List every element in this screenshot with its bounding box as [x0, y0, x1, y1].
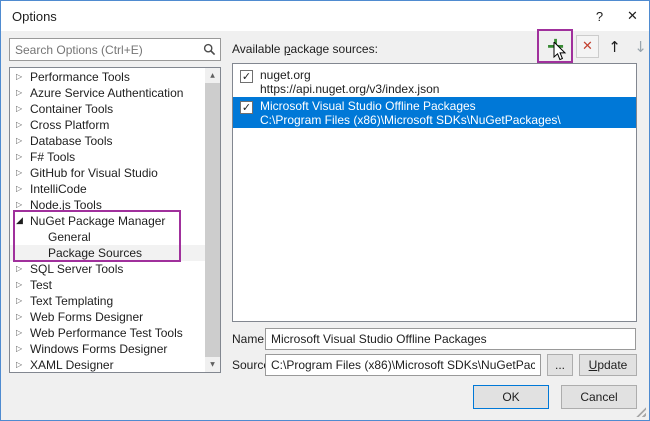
collapsed-arrow-icon[interactable]: ▷ [16, 341, 27, 357]
tree-item-database-tools[interactable]: ▷Database Tools [10, 133, 205, 149]
tree-item-xaml-designer[interactable]: ▷XAML Designer [10, 357, 205, 373]
tree-item-windows-forms-designer[interactable]: ▷Windows Forms Designer [10, 341, 205, 357]
browse-button[interactable]: ... [547, 354, 573, 376]
tree-item-nuget-package-manager[interactable]: ◢NuGet Package Manager [10, 213, 205, 229]
collapsed-arrow-icon[interactable]: ▷ [16, 181, 27, 197]
source-text: nuget.orghttps://api.nuget.org/v3/index.… [260, 68, 439, 96]
tree-item-label: GitHub for Visual Studio [30, 166, 158, 180]
cancel-button[interactable]: Cancel [561, 385, 637, 409]
collapsed-arrow-icon[interactable]: ▷ [16, 197, 27, 213]
scrollbar-thumb[interactable] [205, 83, 220, 357]
tree-item-label: Azure Service Authentication [30, 86, 183, 100]
window-title: Options [12, 9, 57, 24]
help-button[interactable]: ? [583, 1, 616, 31]
collapsed-arrow-icon[interactable]: ▷ [16, 69, 27, 85]
available-label-post: ackage sources: [291, 42, 378, 56]
collapsed-arrow-icon[interactable]: ▷ [16, 165, 27, 181]
tree-item-web-forms-designer[interactable]: ▷Web Forms Designer [10, 309, 205, 325]
tree-item-label: Cross Platform [30, 118, 109, 132]
tree-item-label: SQL Server Tools [30, 262, 123, 276]
source-url: C:\Program Files (x86)\Microsoft SDKs\Nu… [260, 113, 561, 127]
tree-item-label: Web Forms Designer [30, 310, 143, 324]
available-label-accel: p [284, 42, 291, 56]
source-enabled-checkbox[interactable]: ✓ [240, 70, 253, 83]
close-button[interactable]: ✕ [616, 1, 649, 31]
collapsed-arrow-icon[interactable]: ▷ [16, 85, 27, 101]
package-source-list: ✓ nuget.orghttps://api.nuget.org/v3/index… [232, 63, 637, 322]
name-input[interactable] [265, 328, 636, 350]
tree-item-label: IntelliCode [30, 182, 87, 196]
package-source-row[interactable]: ✓ Microsoft Visual Studio Offline Package… [233, 97, 636, 128]
scroll-up-icon[interactable]: ▲ [205, 68, 220, 83]
collapsed-arrow-icon[interactable]: ▷ [16, 117, 27, 133]
collapsed-arrow-icon[interactable]: ▷ [16, 357, 27, 373]
tree-item-text-templating[interactable]: ▷Text Templating [10, 293, 205, 309]
available-sources-label: Available package sources: [232, 42, 378, 56]
source-name: Microsoft Visual Studio Offline Packages [260, 99, 561, 113]
update-label-accel: U [589, 358, 598, 372]
collapsed-arrow-icon[interactable]: ▷ [16, 277, 27, 293]
move-up-button[interactable]: ↑ [603, 35, 626, 58]
titlebar: Options ? ✕ [1, 1, 649, 31]
collapsed-arrow-icon[interactable]: ▷ [16, 261, 27, 277]
source-input[interactable] [265, 354, 541, 376]
package-source-row[interactable]: ✓ nuget.orghttps://api.nuget.org/v3/index… [233, 66, 636, 97]
search-options-box [9, 38, 221, 61]
move-down-button[interactable]: ↓ [629, 35, 650, 58]
source-name: nuget.org [260, 68, 439, 82]
update-label-rest: pdate [597, 358, 627, 372]
collapsed-arrow-icon[interactable]: ▷ [16, 325, 27, 341]
available-label-pre: Available [232, 42, 284, 56]
collapsed-arrow-icon[interactable]: ▷ [16, 101, 27, 117]
collapsed-arrow-icon[interactable]: ▷ [16, 309, 27, 325]
ok-button[interactable]: OK [473, 385, 549, 409]
tree-item-label: Database Tools [30, 134, 113, 148]
update-button[interactable]: Update [579, 354, 637, 376]
tree-item-package-sources[interactable]: Package Sources [10, 245, 205, 261]
tree-item-label: Container Tools [30, 102, 113, 116]
collapsed-arrow-icon[interactable]: ▷ [16, 149, 27, 165]
expanded-arrow-icon[interactable]: ◢ [16, 213, 27, 229]
source-url: https://api.nuget.org/v3/index.json [260, 82, 439, 96]
add-source-button[interactable]: + [541, 32, 570, 60]
tree-item-f-tools[interactable]: ▷F# Tools [10, 149, 205, 165]
name-label: Name: [232, 332, 267, 346]
collapsed-arrow-icon[interactable]: ▷ [16, 293, 27, 309]
tree-item-node-js-tools[interactable]: ▷Node.js Tools [10, 197, 205, 213]
tree-item-intellicode[interactable]: ▷IntelliCode [10, 181, 205, 197]
search-icon[interactable] [198, 39, 220, 60]
scroll-down-icon[interactable]: ▼ [205, 357, 220, 372]
tree-item-azure-service-authentication[interactable]: ▷Azure Service Authentication [10, 85, 205, 101]
tree-item-sql-server-tools[interactable]: ▷SQL Server Tools [10, 261, 205, 277]
tree-item-web-performance-test-tools[interactable]: ▷Web Performance Test Tools [10, 325, 205, 341]
tree-scrollbar[interactable]: ▲ ▼ [205, 68, 220, 372]
tree-item-label: Text Templating [30, 294, 113, 308]
tree-item-label: Package Sources [48, 246, 142, 260]
tree-item-test[interactable]: ▷Test [10, 277, 205, 293]
tree-item-cross-platform[interactable]: ▷Cross Platform [10, 117, 205, 133]
remove-source-button[interactable]: ✕ [576, 35, 599, 58]
source-text: Microsoft Visual Studio Offline Packages… [260, 99, 561, 127]
tree-item-label: NuGet Package Manager [30, 214, 165, 228]
tree-item-performance-tools[interactable]: ▷Performance Tools [10, 69, 205, 85]
options-tree: ▷Performance Tools▷Azure Service Authent… [9, 67, 221, 373]
tree-item-github-for-visual-studio[interactable]: ▷GitHub for Visual Studio [10, 165, 205, 181]
tree-item-container-tools[interactable]: ▷Container Tools [10, 101, 205, 117]
collapsed-arrow-icon[interactable]: ▷ [16, 133, 27, 149]
source-enabled-checkbox[interactable]: ✓ [240, 101, 253, 114]
tree-item-label: Performance Tools [30, 70, 130, 84]
tree-item-label: Web Performance Test Tools [30, 326, 183, 340]
tree-item-label: XAML Designer [30, 358, 114, 372]
search-options-input[interactable] [10, 43, 198, 57]
tree-item-label: F# Tools [30, 150, 75, 164]
tree-item-label: Windows Forms Designer [30, 342, 167, 356]
options-dialog: Options ? ✕ ▷Performance Tools▷Azure Ser… [0, 0, 650, 421]
tree-item-label: Test [30, 278, 52, 292]
tree-item-label: General [48, 230, 91, 244]
tree-item-general[interactable]: General [10, 229, 205, 245]
tree-item-label: Node.js Tools [30, 198, 102, 212]
